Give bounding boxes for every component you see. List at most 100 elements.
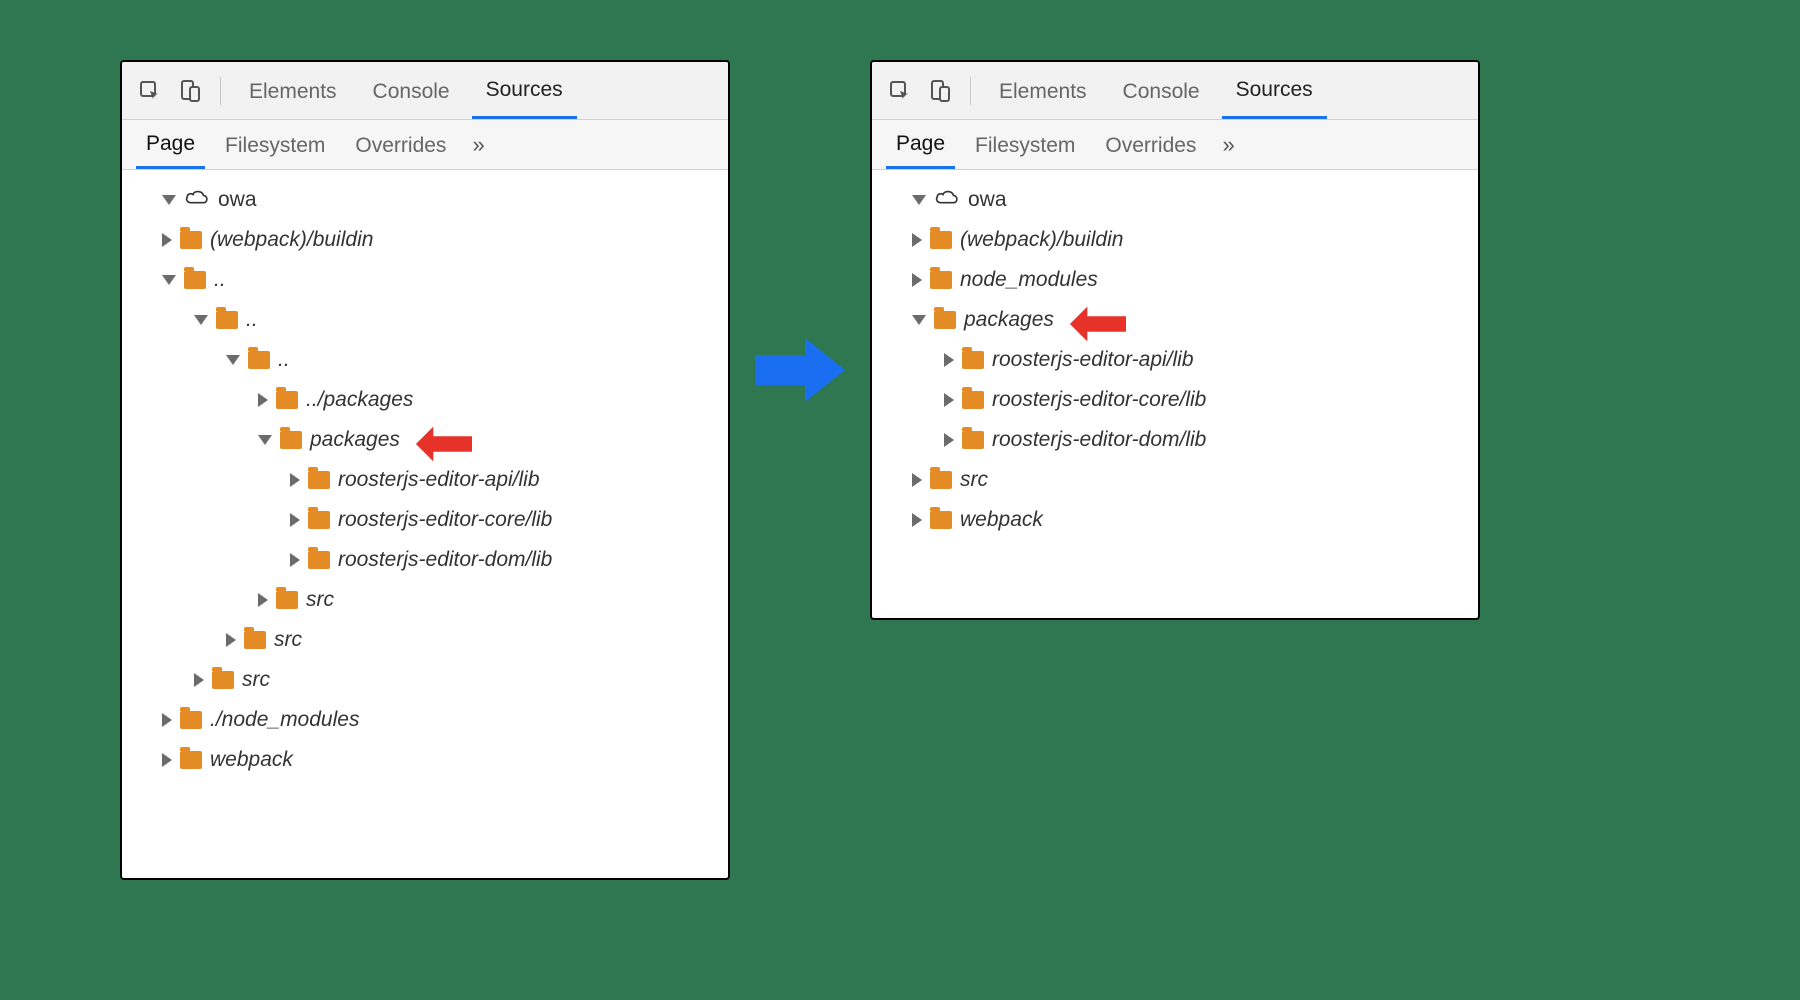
subtab-filesystem[interactable]: Filesystem [965, 122, 1085, 168]
tree-root[interactable]: owa [880, 180, 1470, 220]
tree-item[interactable]: .. [130, 260, 720, 300]
inspect-icon[interactable] [134, 71, 166, 111]
more-subtabs-icon[interactable]: » [466, 126, 490, 164]
tree-root[interactable]: owa [130, 180, 720, 220]
inspect-icon[interactable] [884, 71, 916, 111]
tree-item[interactable]: src [130, 660, 720, 700]
tree-item[interactable]: roosterjs-editor-api/lib [130, 460, 720, 500]
chevron-right-icon[interactable] [944, 433, 954, 447]
tab-console[interactable]: Console [359, 64, 464, 118]
chevron-right-icon[interactable] [290, 513, 300, 527]
chevron-right-icon[interactable] [162, 233, 172, 247]
tree-item[interactable]: ../packages [130, 380, 720, 420]
tree-item[interactable]: src [880, 460, 1470, 500]
devtools-panel-after: Elements Console Sources Page Filesystem… [870, 60, 1480, 620]
chevron-right-icon[interactable] [162, 753, 172, 767]
tree-item[interactable]: (webpack)/buildin [880, 220, 1470, 260]
tree-item-label: src [242, 668, 270, 692]
chevron-right-icon[interactable] [912, 473, 922, 487]
separator [220, 77, 221, 105]
folder-icon [962, 431, 984, 449]
tree-item[interactable]: packages [880, 300, 1470, 340]
top-tabs-row: Elements Console Sources [872, 62, 1478, 120]
chevron-right-icon[interactable] [944, 353, 954, 367]
tree-item[interactable]: roosterjs-editor-core/lib [880, 380, 1470, 420]
sub-tabs-row: Page Filesystem Overrides » [872, 120, 1478, 170]
tree-item-label: ../packages [306, 388, 413, 412]
tree-item[interactable]: roosterjs-editor-api/lib [880, 340, 1470, 380]
tab-elements[interactable]: Elements [235, 64, 351, 118]
tree-item[interactable]: roosterjs-editor-core/lib [130, 500, 720, 540]
chevron-down-icon[interactable] [162, 195, 176, 205]
chevron-down-icon[interactable] [912, 195, 926, 205]
folder-icon [184, 271, 206, 289]
sources-tree-after: owa(webpack)/buildin node_modules packages… [872, 170, 1478, 554]
chevron-right-icon[interactable] [944, 393, 954, 407]
top-tabs-row: Elements Console Sources [122, 62, 728, 120]
tree-item-label: roosterjs-editor-core/lib [992, 388, 1206, 412]
tree-item-label: ./node_modules [210, 708, 359, 732]
folder-icon [308, 551, 330, 569]
chevron-right-icon[interactable] [194, 673, 204, 687]
chevron-down-icon[interactable] [194, 315, 208, 325]
folder-icon [934, 311, 956, 329]
chevron-right-icon[interactable] [912, 273, 922, 287]
tree-item[interactable]: webpack [130, 740, 720, 780]
folder-icon [248, 351, 270, 369]
tree-item[interactable]: node_modules [880, 260, 1470, 300]
tree-item[interactable]: roosterjs-editor-dom/lib [130, 540, 720, 580]
folder-icon [930, 271, 952, 289]
tree-item-label: src [274, 628, 302, 652]
folder-icon [930, 511, 952, 529]
annotation-blue-arrow [750, 330, 850, 410]
folder-icon [244, 631, 266, 649]
tree-item-label: src [306, 588, 334, 612]
chevron-right-icon[interactable] [912, 513, 922, 527]
folder-icon [276, 391, 298, 409]
tree-item[interactable]: webpack [880, 500, 1470, 540]
folder-icon [212, 671, 234, 689]
tree-item-label: packages [310, 428, 400, 452]
tree-item[interactable]: ./node_modules [130, 700, 720, 740]
chevron-right-icon[interactable] [258, 393, 268, 407]
subtab-filesystem[interactable]: Filesystem [215, 122, 335, 168]
device-toggle-icon[interactable] [174, 71, 206, 111]
chevron-right-icon[interactable] [290, 473, 300, 487]
tree-item[interactable]: src [130, 620, 720, 660]
device-toggle-icon[interactable] [924, 71, 956, 111]
chevron-down-icon[interactable] [226, 355, 240, 365]
folder-icon [930, 231, 952, 249]
subtab-overrides[interactable]: Overrides [1095, 122, 1206, 168]
folder-icon [180, 751, 202, 769]
folder-icon [308, 511, 330, 529]
tab-sources[interactable]: Sources [472, 62, 577, 119]
tree-item[interactable]: src [130, 580, 720, 620]
tree-item-label: .. [246, 308, 258, 332]
subtab-page[interactable]: Page [886, 120, 955, 169]
tree-item-label: .. [278, 348, 290, 372]
chevron-down-icon[interactable] [258, 435, 272, 445]
annotation-red-arrow-before [414, 424, 472, 464]
chevron-down-icon[interactable] [162, 275, 176, 285]
tab-elements[interactable]: Elements [985, 64, 1101, 118]
cloud-icon [184, 188, 210, 212]
chevron-down-icon[interactable] [912, 315, 926, 325]
tree-item[interactable]: .. [130, 300, 720, 340]
subtab-overrides[interactable]: Overrides [345, 122, 456, 168]
tab-sources[interactable]: Sources [1222, 62, 1327, 119]
tree-item[interactable]: (webpack)/buildin [130, 220, 720, 260]
chevron-right-icon[interactable] [912, 233, 922, 247]
subtab-page[interactable]: Page [136, 120, 205, 169]
chevron-right-icon[interactable] [258, 593, 268, 607]
chevron-right-icon[interactable] [162, 713, 172, 727]
sub-tabs-row: Page Filesystem Overrides » [122, 120, 728, 170]
tree-item[interactable]: .. [130, 340, 720, 380]
chevron-right-icon[interactable] [226, 633, 236, 647]
tree-item[interactable]: roosterjs-editor-dom/lib [880, 420, 1470, 460]
chevron-right-icon[interactable] [290, 553, 300, 567]
tab-console[interactable]: Console [1109, 64, 1214, 118]
more-subtabs-icon[interactable]: » [1216, 126, 1240, 164]
tree-item-label: webpack [960, 508, 1043, 532]
folder-icon [280, 431, 302, 449]
tree-item-label: node_modules [960, 268, 1098, 292]
